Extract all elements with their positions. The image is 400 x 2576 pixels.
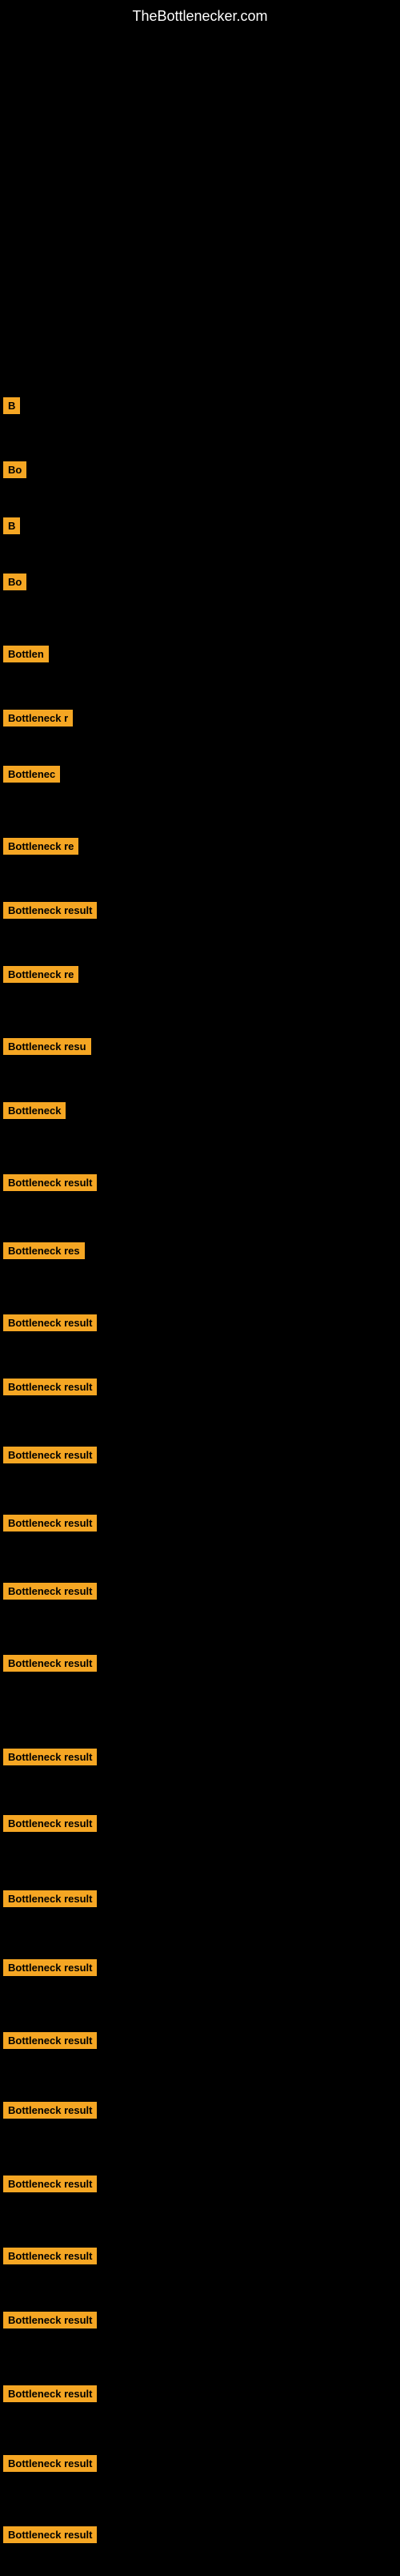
bottleneck-label: Bottleneck xyxy=(3,1102,66,1119)
bottleneck-label: B xyxy=(3,397,20,414)
bottleneck-label: Bottleneck r xyxy=(3,710,73,727)
bottleneck-label: Bottleneck result xyxy=(3,1815,97,1832)
bottleneck-label: Bottleneck result xyxy=(3,2032,97,2049)
bottleneck-label: Bottleneck result xyxy=(3,902,97,919)
bottleneck-label: Bottleneck result xyxy=(3,2312,97,2328)
bottleneck-label: Bottlen xyxy=(3,646,49,662)
bottleneck-label: Bottleneck result xyxy=(3,1583,97,1600)
bottleneck-label: Bottleneck result xyxy=(3,1447,97,1463)
bottleneck-label: Bottleneck result xyxy=(3,2385,97,2402)
bottleneck-label: Bottleneck result xyxy=(3,2248,97,2264)
bottleneck-label: Bottleneck result xyxy=(3,1749,97,1765)
bottleneck-label: Bottleneck result xyxy=(3,1890,97,1907)
bottleneck-label: Bottleneck res xyxy=(3,1242,85,1259)
bottleneck-label: Bottleneck result xyxy=(3,2526,97,2543)
bottleneck-label: Bottleneck result xyxy=(3,1515,97,1532)
bottleneck-label: Bottleneck result xyxy=(3,1174,97,1191)
bottleneck-label: Bottleneck result xyxy=(3,1379,97,1395)
bottleneck-label: Bottleneck result xyxy=(3,1314,97,1331)
bottleneck-label: Bo xyxy=(3,574,26,590)
bottleneck-label: Bottlenec xyxy=(3,766,60,783)
site-title: TheBottlenecker.com xyxy=(0,0,400,29)
bottleneck-label: Bottleneck re xyxy=(3,966,78,983)
bottleneck-label: Bottleneck resu xyxy=(3,1038,91,1055)
bottleneck-label: Bottleneck result xyxy=(3,2176,97,2192)
bottleneck-label: Bottleneck result xyxy=(3,1655,97,1672)
bottleneck-label: B xyxy=(3,517,20,534)
bottleneck-label: Bottleneck result xyxy=(3,2102,97,2119)
bottleneck-label: Bottleneck re xyxy=(3,838,78,855)
bottleneck-label: Bottleneck result xyxy=(3,1959,97,1976)
bottleneck-label: Bottleneck result xyxy=(3,2455,97,2472)
bottleneck-label: Bo xyxy=(3,461,26,478)
